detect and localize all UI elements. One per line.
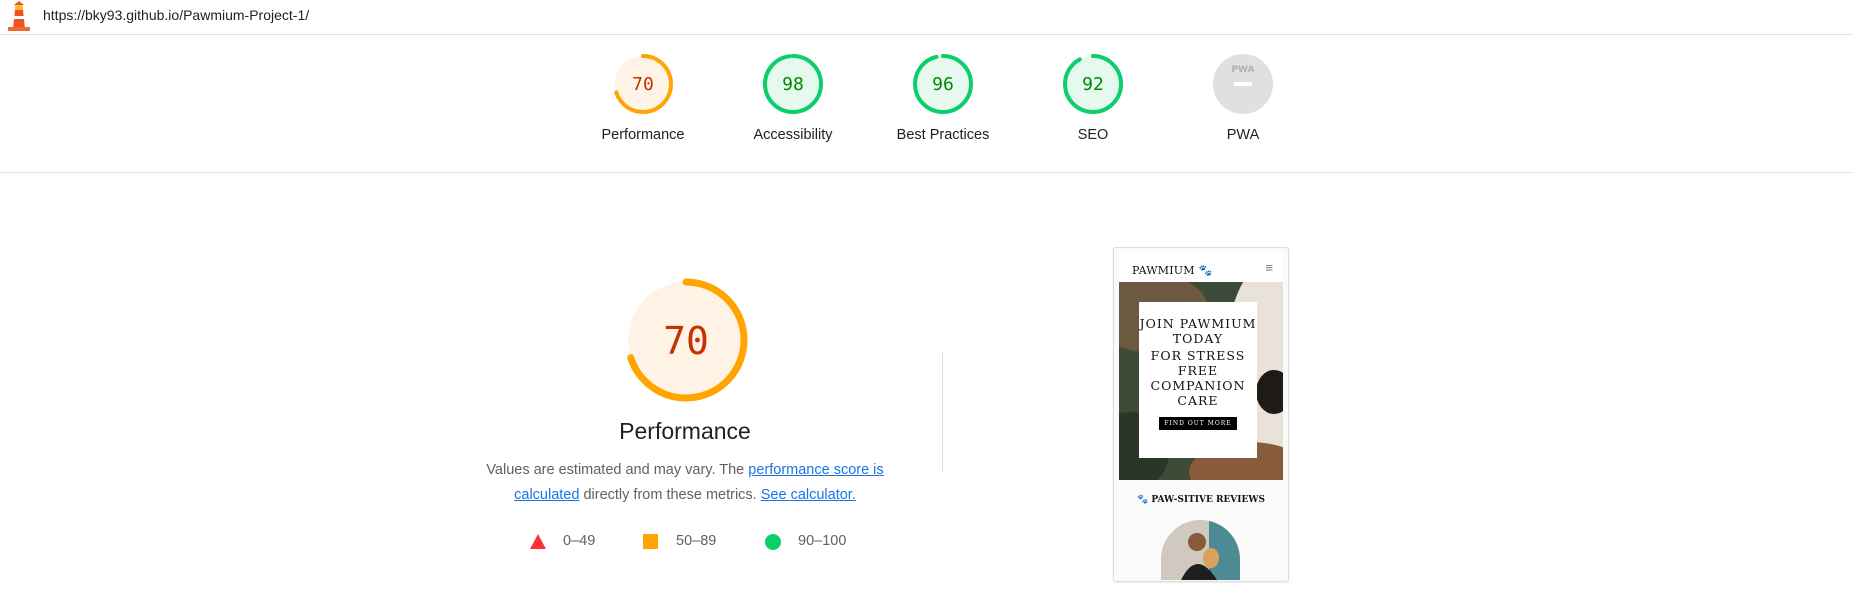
- square-icon: [643, 534, 658, 549]
- gauge-pwa[interactable]: PWA PWA: [1178, 52, 1308, 162]
- gauge-score: 98: [782, 74, 804, 95]
- desc-text: directly from these metrics.: [579, 487, 761, 503]
- performance-description: Values are estimated and may vary. The p…: [470, 458, 900, 508]
- preview-brand-text: PAWMIUM: [1132, 264, 1195, 277]
- review-photo-image: [1161, 520, 1240, 580]
- pwa-badge-icon: PWA: [1213, 54, 1273, 114]
- legend-range: 0–49: [563, 533, 596, 549]
- gauge-label: SEO: [1077, 127, 1109, 143]
- gauge-label: Accessibility: [753, 127, 833, 143]
- gauge-score: 70: [632, 74, 654, 95]
- gauge-score: 92: [1082, 74, 1104, 95]
- best-practices-gauge-icon: 96: [913, 54, 973, 114]
- preview-header: PAWMIUM 🐾 ≡: [1119, 252, 1283, 282]
- hamburger-menu-icon: ≡: [1265, 260, 1273, 275]
- performance-gauge-icon: 70: [613, 54, 673, 114]
- desc-text: Values are estimated and may vary. The: [486, 462, 749, 478]
- paw-icon: 🐾: [1137, 495, 1149, 505]
- final-screenshot[interactable]: PAWMIUM 🐾 ≡ JOIN PAWMIUM TODAY FOR STRES…: [1113, 247, 1289, 582]
- gauge-accessibility[interactable]: 98 Accessibility: [728, 52, 858, 162]
- hero-card: JOIN PAWMIUM TODAY FOR STRESS FREE COMPA…: [1139, 302, 1257, 458]
- performance-main-gauge: 70: [624, 278, 748, 402]
- pwa-badge-text: PWA: [1231, 65, 1254, 75]
- seo-gauge-icon: 92: [1063, 54, 1123, 114]
- legend-range: 50–89: [676, 533, 717, 549]
- vertical-divider: [942, 351, 943, 473]
- paw-icon: 🐾: [1198, 264, 1213, 277]
- legend-range: 90–100: [798, 533, 847, 549]
- performance-main-score: 70: [663, 319, 709, 363]
- find-out-more-button: FIND OUT MORE: [1159, 417, 1237, 430]
- page-url[interactable]: https://bky93.github.io/Pawmium-Project-…: [43, 7, 309, 23]
- gauge-label: PWA: [1226, 127, 1260, 143]
- gauge-score: 96: [932, 74, 954, 95]
- accessibility-gauge-icon: 98: [763, 54, 823, 114]
- hero-heading: JOIN PAWMIUM TODAY: [1139, 316, 1257, 346]
- preview-brand: PAWMIUM 🐾: [1132, 264, 1212, 277]
- lighthouse-icon: [8, 1, 30, 31]
- hero-subheading: FOR STRESS FREE COMPANION CARE: [1150, 348, 1246, 408]
- performance-title: Performance: [619, 418, 751, 444]
- url-bar: https://bky93.github.io/Pawmium-Project-…: [0, 0, 1853, 35]
- reviews-heading: 🐾 PAW-SITIVE REVIEWS: [1114, 495, 1288, 505]
- reviews-heading-text: PAW-SITIVE REVIEWS: [1151, 495, 1265, 505]
- see-calculator-link[interactable]: See calculator.: [761, 487, 856, 503]
- gauge-label: Performance: [601, 127, 685, 143]
- category-gauges: 70 Performance 98 Accessibility 96 Best …: [0, 35, 1853, 173]
- circle-icon: [765, 534, 781, 550]
- triangle-icon: [530, 534, 546, 549]
- gauge-best-practices[interactable]: 96 Best Practices: [878, 52, 1008, 162]
- gauge-label: Best Practices: [896, 127, 990, 143]
- preview-hero: JOIN PAWMIUM TODAY FOR STRESS FREE COMPA…: [1119, 282, 1283, 480]
- gauge-performance[interactable]: 70 Performance: [578, 52, 708, 162]
- gauge-seo[interactable]: 92 SEO: [1028, 52, 1158, 162]
